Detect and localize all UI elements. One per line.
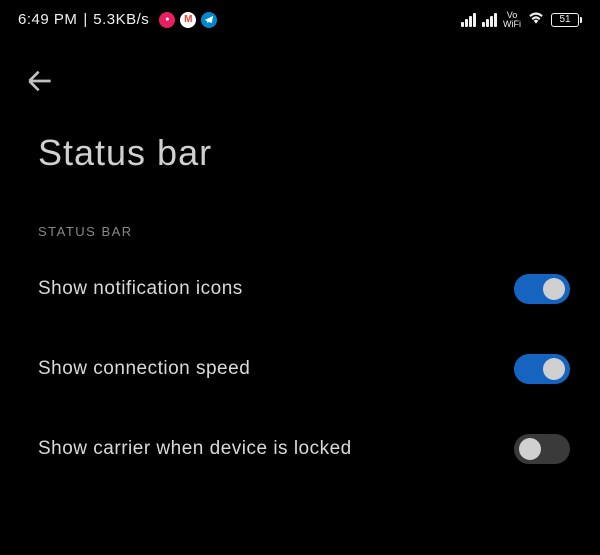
setting-label: Show carrier when device is locked: [38, 438, 352, 460]
setting-connection-speed[interactable]: Show connection speed: [0, 329, 600, 409]
battery-level: 51: [551, 13, 579, 27]
setting-label: Show connection speed: [38, 358, 250, 380]
setting-label: Show notification icons: [38, 278, 243, 300]
section-header: STATUS BAR: [0, 174, 600, 249]
system-status-bar: 6:49 PM | 5.3KB/s ● M Vo WiFi 51: [0, 0, 600, 35]
connection-speed-indicator: 5.3KB/s: [93, 11, 149, 28]
setting-notification-icons[interactable]: Show notification icons: [0, 249, 600, 329]
toggle-knob: [543, 358, 565, 380]
arrow-left-icon: [24, 65, 56, 97]
status-left-group: 6:49 PM | 5.3KB/s ● M: [18, 11, 217, 28]
setting-carrier-locked[interactable]: Show carrier when device is locked: [0, 409, 600, 489]
back-button[interactable]: [0, 35, 600, 102]
toggle-connection-speed[interactable]: [514, 354, 570, 384]
signal-bars-icon-2: [482, 13, 497, 27]
wifi-icon: [527, 10, 545, 29]
gmail-icon: M: [180, 12, 196, 28]
vowifi-icon: Vo WiFi: [503, 11, 521, 29]
clock-time: 6:49 PM: [18, 11, 77, 28]
battery-icon: 51: [551, 13, 582, 27]
page-title: Status bar: [0, 102, 600, 174]
separator: |: [83, 11, 87, 28]
signal-bars-icon: [461, 13, 476, 27]
toggle-knob: [519, 438, 541, 460]
toggle-carrier-locked[interactable]: [514, 434, 570, 464]
notification-icons-group: ● M: [159, 12, 217, 28]
status-right-group: Vo WiFi 51: [461, 10, 582, 29]
app-notification-icon: ●: [159, 12, 175, 28]
toggle-notification-icons[interactable]: [514, 274, 570, 304]
telegram-icon: [201, 12, 217, 28]
toggle-knob: [543, 278, 565, 300]
